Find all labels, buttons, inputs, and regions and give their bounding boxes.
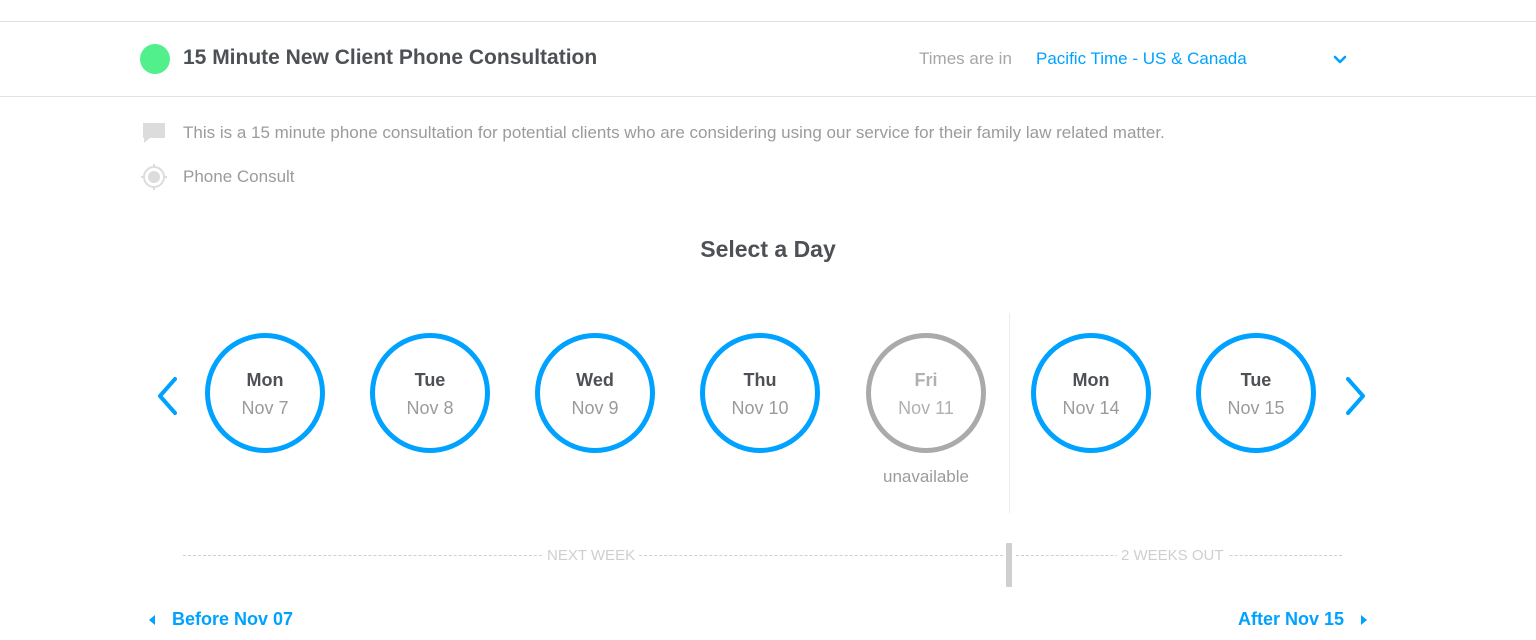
day-date: Nov 7 — [241, 398, 289, 418]
day-weekday: Tue — [414, 370, 446, 390]
event-location: Phone Consult — [183, 167, 295, 186]
next-arrow-button[interactable] — [1340, 373, 1370, 419]
day-date: Nov 10 — [731, 398, 789, 418]
after-link[interactable]: After Nov 15 — [1238, 609, 1369, 630]
event-title: 15 Minute New Client Phone Consultation — [183, 46, 598, 69]
before-link[interactable]: Before Nov 07 — [147, 609, 293, 630]
day-date: Nov 14 — [1062, 398, 1120, 418]
prev-arrow-button[interactable] — [153, 373, 183, 419]
two-weeks-out-label: 2 WEEKS OUT — [1117, 547, 1228, 564]
unavailable-label: unavailable — [882, 467, 969, 486]
timezone-dropdown[interactable]: Pacific Time - US & Canada — [1036, 47, 1356, 73]
day-weekday: Thu — [743, 370, 777, 390]
caret-right-icon — [1359, 609, 1369, 629]
week-divider — [1009, 313, 1010, 513]
top-divider — [0, 21, 1536, 22]
caret-left-icon — [147, 609, 157, 629]
day-weekday: Tue — [1240, 370, 1272, 390]
day-date: Nov 8 — [406, 398, 454, 418]
day-button-mon-nov-7[interactable]: Mon Nov 7 — [205, 333, 325, 453]
week-separator — [1006, 543, 1012, 587]
timezone-value[interactable]: Pacific Time - US & Canada — [1036, 49, 1247, 69]
header-divider — [0, 96, 1536, 97]
day-date: Nov 9 — [571, 398, 619, 418]
day-button-tue-nov-8[interactable]: Tue Nov 8 — [370, 333, 490, 453]
day-button-fri-nov-11: Fri Nov 11 — [866, 333, 986, 453]
before-link-label: Before Nov 07 — [172, 609, 294, 629]
event-color-dot — [140, 44, 170, 74]
day-button-mon-nov-14[interactable]: Mon Nov 14 — [1031, 333, 1151, 453]
day-weekday: Mon — [1072, 370, 1110, 390]
day-weekday: Mon — [246, 370, 284, 390]
day-button-thu-nov-10[interactable]: Thu Nov 10 — [700, 333, 820, 453]
chevron-down-icon — [1332, 53, 1348, 67]
day-weekday: Wed — [576, 370, 614, 390]
location-target-icon — [141, 164, 167, 190]
after-link-label: After Nov 15 — [1238, 609, 1345, 629]
comment-icon — [141, 120, 167, 146]
select-day-heading: Select a Day — [700, 236, 836, 262]
next-week-label: NEXT WEEK — [543, 547, 640, 564]
event-description: This is a 15 minute phone consultation f… — [183, 123, 1165, 142]
timezone-prefix: Times are in — [919, 49, 1012, 68]
day-button-wed-nov-9[interactable]: Wed Nov 9 — [535, 333, 655, 453]
day-date: Nov 15 — [1227, 398, 1285, 418]
day-button-tue-nov-15[interactable]: Tue Nov 15 — [1196, 333, 1316, 453]
day-weekday: Fri — [914, 370, 938, 390]
day-date: Nov 11 — [898, 398, 954, 418]
